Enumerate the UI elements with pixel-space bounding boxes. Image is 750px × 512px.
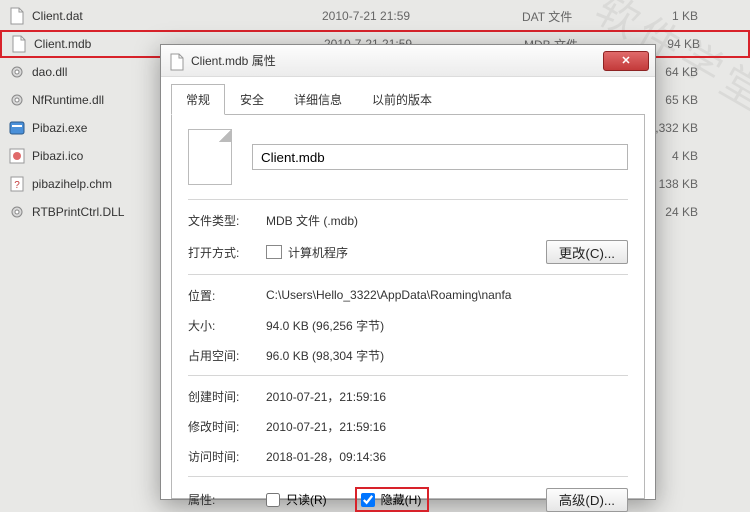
- created-label: 创建时间:: [188, 388, 266, 405]
- dialog-titlebar: Client.mdb 属性 ✕: [161, 45, 655, 77]
- open-with-label: 打开方式:: [188, 244, 266, 261]
- dialog-title: Client.mdb 属性: [191, 52, 603, 69]
- modified-label: 修改时间:: [188, 418, 266, 435]
- svg-text:?: ?: [14, 180, 20, 191]
- general-tab-panel: 文件类型: MDB 文件 (.mdb) 打开方式: 计算机程序 更改(C)...…: [171, 115, 645, 499]
- file-size: 1 KB: [642, 9, 722, 23]
- file-type-icon: ?: [8, 175, 26, 193]
- change-button[interactable]: 更改(C)...: [546, 240, 628, 264]
- file-row[interactable]: Client.dat2010-7-21 21:59DAT 文件1 KB: [0, 2, 750, 30]
- file-type-icon: [8, 7, 26, 25]
- file-type-icon: [10, 35, 28, 53]
- file-type: DAT 文件: [522, 8, 642, 25]
- file-size: 94 KB: [644, 37, 724, 51]
- file-name: Client.dat: [32, 9, 322, 23]
- tab-details[interactable]: 详细信息: [279, 84, 357, 115]
- file-type-icon: [8, 63, 26, 81]
- modified-value: 2010-07-21，21:59:16: [266, 418, 628, 435]
- file-type-icon: [8, 203, 26, 221]
- accessed-label: 访问时间:: [188, 448, 266, 465]
- close-button[interactable]: ✕: [603, 51, 649, 71]
- file-type-icon: [8, 147, 26, 165]
- open-with-text: 计算机程序: [288, 244, 348, 261]
- application-icon: [266, 245, 282, 259]
- tab-security[interactable]: 安全: [225, 84, 279, 115]
- large-file-icon: [188, 129, 232, 185]
- separator: [188, 375, 628, 376]
- close-icon: ✕: [621, 54, 630, 67]
- size-on-disk-value: 96.0 KB (98,304 字节): [266, 347, 628, 364]
- accessed-value: 2018-01-28，09:14:36: [266, 448, 628, 465]
- properties-dialog: Client.mdb 属性 ✕ 常规安全详细信息以前的版本 文件类型: MDB …: [160, 44, 656, 500]
- tab-previous-versions[interactable]: 以前的版本: [357, 84, 447, 115]
- file-type-label: 文件类型:: [188, 212, 266, 229]
- filename-input[interactable]: [252, 144, 628, 170]
- size-value: 94.0 KB (96,256 字节): [266, 317, 628, 334]
- file-date: 2010-7-21 21:59: [322, 9, 522, 23]
- created-value: 2010-07-21，21:59:16: [266, 388, 628, 405]
- location-label: 位置:: [188, 287, 266, 304]
- file-type-value: MDB 文件 (.mdb): [266, 212, 628, 229]
- size-label: 大小:: [188, 317, 266, 334]
- separator: [188, 199, 628, 200]
- document-icon: [169, 53, 185, 69]
- tab-general[interactable]: 常规: [171, 84, 225, 115]
- tab-strip: 常规安全详细信息以前的版本: [171, 83, 645, 115]
- size-on-disk-label: 占用空间:: [188, 347, 266, 364]
- separator: [188, 476, 628, 477]
- open-with-value: 计算机程序: [266, 244, 546, 261]
- separator: [188, 274, 628, 275]
- file-type-icon: [8, 119, 26, 137]
- location-value: C:\Users\Hello_3322\AppData\Roaming\nanf…: [266, 288, 628, 302]
- file-type-icon: [8, 91, 26, 109]
